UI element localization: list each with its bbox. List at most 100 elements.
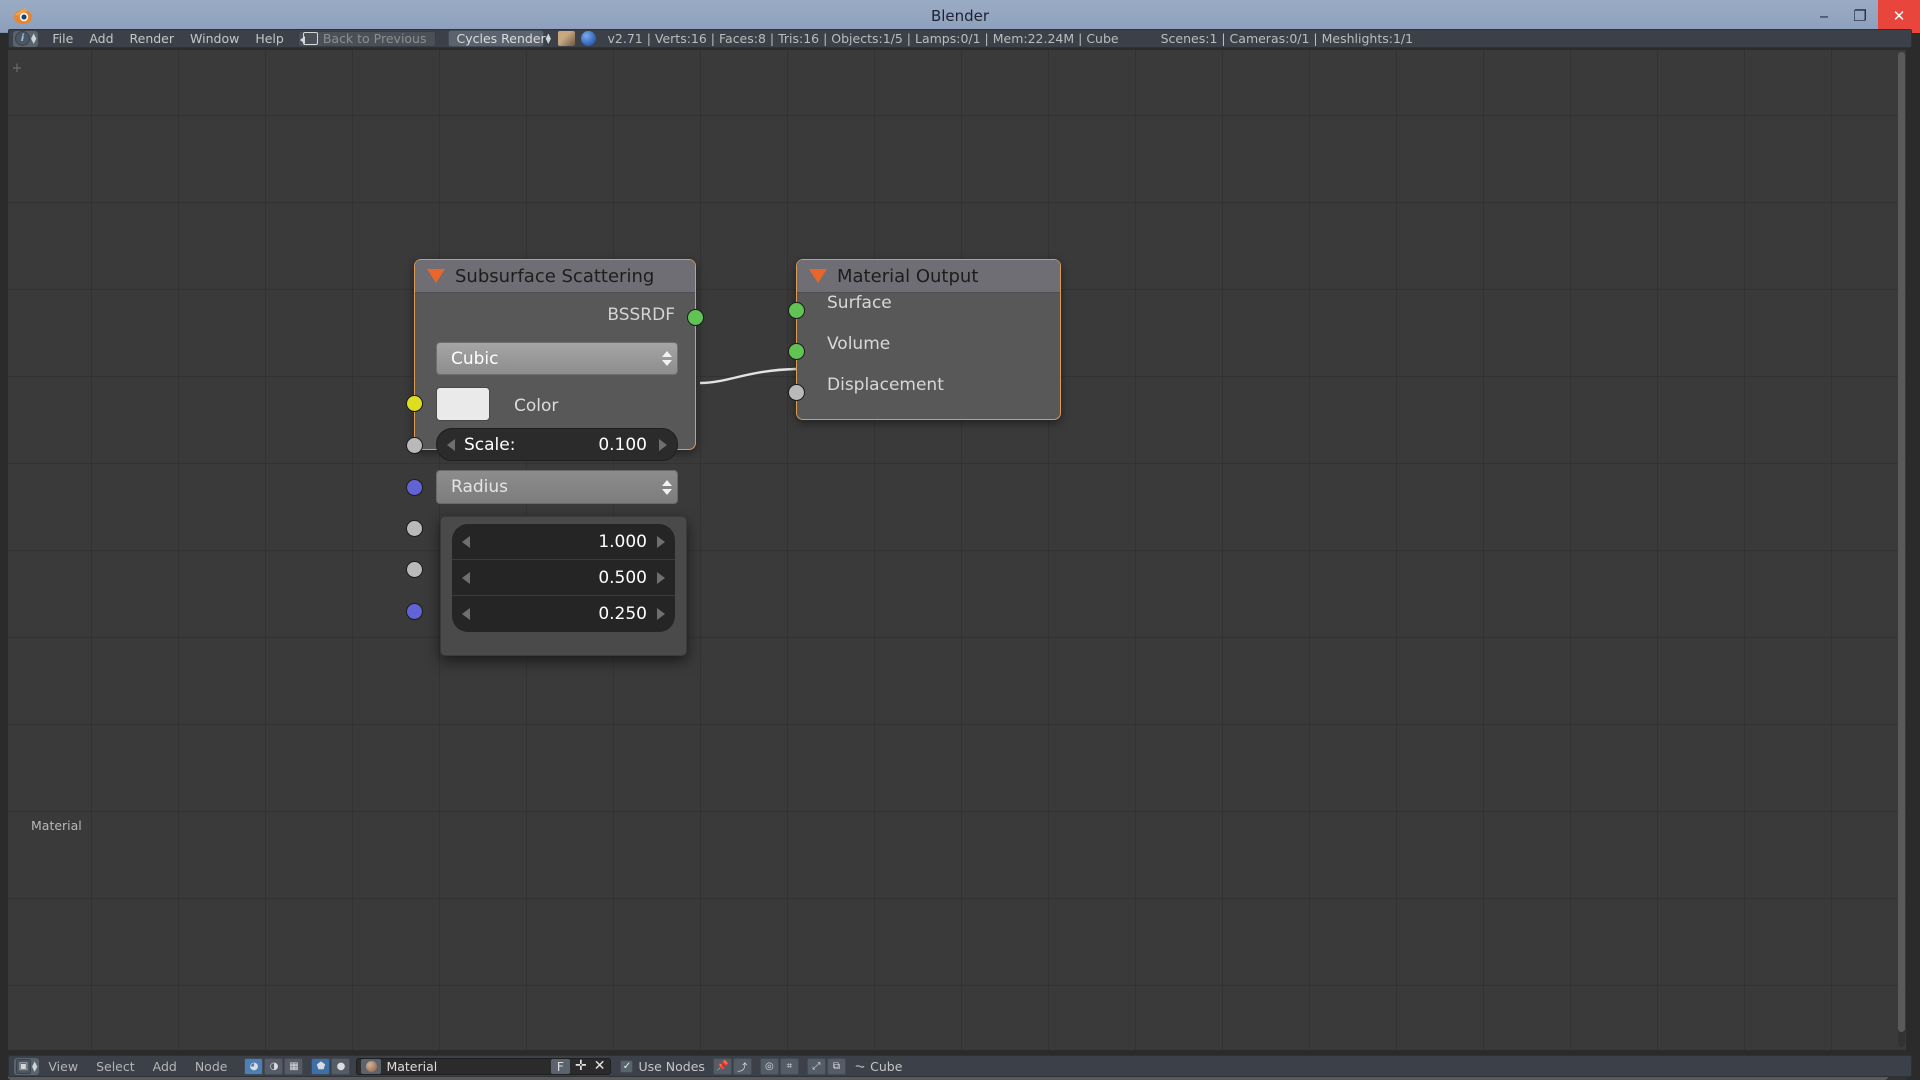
- material-datablock-icon[interactable]: [361, 1058, 382, 1074]
- object-data-icon: ⏦: [854, 1058, 866, 1073]
- transform-group[interactable]: ⤢ ⧉: [806, 1057, 846, 1075]
- use-nodes-toggle[interactable]: ✓ Use Nodes: [620, 1059, 705, 1074]
- bssrdf-output-socket[interactable]: [687, 309, 704, 326]
- node-title: Material Output: [837, 265, 979, 287]
- node-editor-canvas[interactable]: + Subsurface Scattering BSSRDF Cubic Col…: [8, 50, 1906, 1050]
- material-name: Material: [386, 1058, 438, 1074]
- surface-input-socket[interactable]: [788, 302, 805, 319]
- menu-select[interactable]: Select: [87, 1059, 144, 1074]
- pin-group[interactable]: 📌 ⤴: [712, 1057, 752, 1075]
- texture-blur-input-socket[interactable]: [406, 520, 423, 537]
- radius-value-row[interactable]: 1.000: [452, 524, 675, 560]
- radius-values-popup[interactable]: 1.000 0.500 0.250: [440, 516, 687, 656]
- sharpness-input-socket[interactable]: [406, 561, 423, 578]
- material-datablock-field[interactable]: Material F ✛ ✕: [356, 1057, 612, 1075]
- scale-input-socket[interactable]: [406, 437, 423, 454]
- scale-slider[interactable]: Scale: 0.100: [436, 428, 678, 461]
- render-engine-label: Cycles Render: [456, 31, 546, 46]
- collapse-triangle-icon[interactable]: [427, 269, 445, 283]
- falloff-value: Cubic: [451, 348, 499, 369]
- checkbox-checked-icon[interactable]: ✓: [620, 1059, 634, 1073]
- texture-shader-icon[interactable]: ▦: [284, 1057, 304, 1075]
- radius-dropdown[interactable]: Radius: [436, 470, 678, 504]
- node-editor-toolbar: ▣ ▲ ▼ View Select Add Node ◕ ◑ ▦ ⬟ ● Mate…: [8, 1055, 1912, 1077]
- displacement-input-socket[interactable]: [788, 384, 805, 401]
- node-subsurface-scattering[interactable]: Subsurface Scattering BSSRDF Cubic Color…: [406, 259, 704, 620]
- back-to-previous-button[interactable]: Back to Previous: [297, 30, 436, 47]
- normal-input-socket[interactable]: [406, 603, 423, 620]
- menu-help[interactable]: Help: [247, 31, 292, 46]
- overlay-icon[interactable]: ◎: [759, 1057, 779, 1075]
- back-to-previous-label: Back to Previous: [322, 31, 427, 46]
- radius-value-row[interactable]: 0.500: [452, 560, 675, 596]
- node-editor-grid: [8, 50, 1906, 1050]
- node-title: Subsurface Scattering: [455, 265, 655, 287]
- collapse-triangle-icon[interactable]: [809, 269, 827, 283]
- scale-value: 0.100: [598, 434, 647, 455]
- chevron-updown-icon: ▲ ▼: [31, 32, 37, 45]
- editor-type-selector[interactable]: i ▲ ▼: [13, 30, 39, 47]
- volume-input-socket[interactable]: [788, 343, 805, 360]
- increment-arrow-icon[interactable]: [657, 608, 665, 620]
- chevron-updown-icon: [662, 351, 672, 366]
- menu-render[interactable]: Render: [122, 31, 183, 46]
- vertical-scrollbar[interactable]: [1898, 52, 1905, 1047]
- toolbar-expand-icon[interactable]: +: [11, 62, 23, 75]
- snap-group[interactable]: ◎ ⌗: [759, 1057, 799, 1075]
- slot-toggle-group[interactable]: ⬟ ●: [311, 1057, 351, 1075]
- object-icon[interactable]: ⬟: [311, 1057, 331, 1075]
- displacement-label: Displacement: [827, 375, 944, 395]
- color-swatch[interactable]: [436, 387, 490, 421]
- radius-input-socket[interactable]: [406, 479, 423, 496]
- menu-add[interactable]: Add: [81, 31, 121, 46]
- new-material-button[interactable]: ✛: [570, 1058, 592, 1074]
- menu-node[interactable]: Node: [186, 1059, 237, 1074]
- chevron-updown-icon: [662, 479, 672, 495]
- info-header-bar: i ▲ ▼ File Add Render Window Help Back to…: [8, 29, 1912, 48]
- chevron-updown-icon: ▲ ▼: [545, 32, 552, 45]
- scale-label: Scale:: [464, 434, 516, 455]
- node-header[interactable]: Subsurface Scattering: [415, 260, 695, 293]
- image-preview-icon: [557, 31, 575, 46]
- decrement-arrow-icon[interactable]: [462, 608, 470, 620]
- world-icon[interactable]: ●: [331, 1057, 351, 1075]
- pin-icon[interactable]: 📌: [712, 1057, 732, 1075]
- chevron-updown-icon: ▲ ▼: [32, 1059, 38, 1073]
- render-engine-dropdown[interactable]: Cycles Render ▲ ▼: [447, 30, 551, 47]
- active-object-indicator: ⏦ Cube: [855, 1058, 903, 1074]
- editor-type-selector[interactable]: ▣ ▲ ▼: [14, 1057, 40, 1075]
- menu-view[interactable]: View: [39, 1059, 87, 1074]
- radius-value-row[interactable]: 0.250: [452, 596, 675, 632]
- object-name: Cube: [870, 1058, 903, 1074]
- decrement-arrow-icon[interactable]: [462, 571, 470, 584]
- decrement-arrow-icon[interactable]: [462, 535, 470, 548]
- shader-type-toggle-group[interactable]: ◕ ◑ ▦: [244, 1057, 304, 1075]
- radius-value-g: 0.500: [598, 567, 647, 588]
- menu-window[interactable]: Window: [182, 31, 247, 46]
- radius-value-r: 1.000: [598, 531, 647, 552]
- move-icon[interactable]: ⤢: [806, 1057, 826, 1075]
- active-material-overlay-label: Material: [31, 818, 82, 833]
- world-shader-icon[interactable]: ◑: [264, 1057, 284, 1075]
- go-to-parent-icon[interactable]: ⤴: [732, 1057, 752, 1075]
- surface-label: Surface: [827, 293, 892, 313]
- scene-statistics: v2.71 | Verts:16 | Faces:8 | Tris:16 | O…: [607, 31, 1119, 46]
- snap-icon[interactable]: ⌗: [779, 1057, 799, 1075]
- menu-file[interactable]: File: [44, 31, 81, 46]
- object-shader-icon[interactable]: ◕: [244, 1057, 264, 1075]
- increment-arrow-icon[interactable]: [657, 535, 665, 548]
- increment-arrow-icon[interactable]: [659, 438, 667, 451]
- increment-arrow-icon[interactable]: [657, 571, 665, 584]
- node-header[interactable]: Material Output: [797, 260, 1060, 293]
- color-input-socket[interactable]: [406, 395, 423, 412]
- node-material-output[interactable]: Material Output Surface Volume Displacem…: [788, 259, 1061, 420]
- copy-icon[interactable]: ⧉: [826, 1057, 846, 1075]
- back-arrow-icon: [299, 32, 318, 45]
- falloff-dropdown[interactable]: Cubic: [436, 342, 678, 375]
- decrement-arrow-icon[interactable]: [447, 438, 455, 451]
- info-editor-icon: i: [15, 31, 30, 46]
- menu-add[interactable]: Add: [144, 1059, 186, 1074]
- fake-user-button[interactable]: F: [550, 1058, 570, 1074]
- volume-label: Volume: [827, 334, 891, 354]
- unlink-material-button[interactable]: ✕: [592, 1058, 611, 1074]
